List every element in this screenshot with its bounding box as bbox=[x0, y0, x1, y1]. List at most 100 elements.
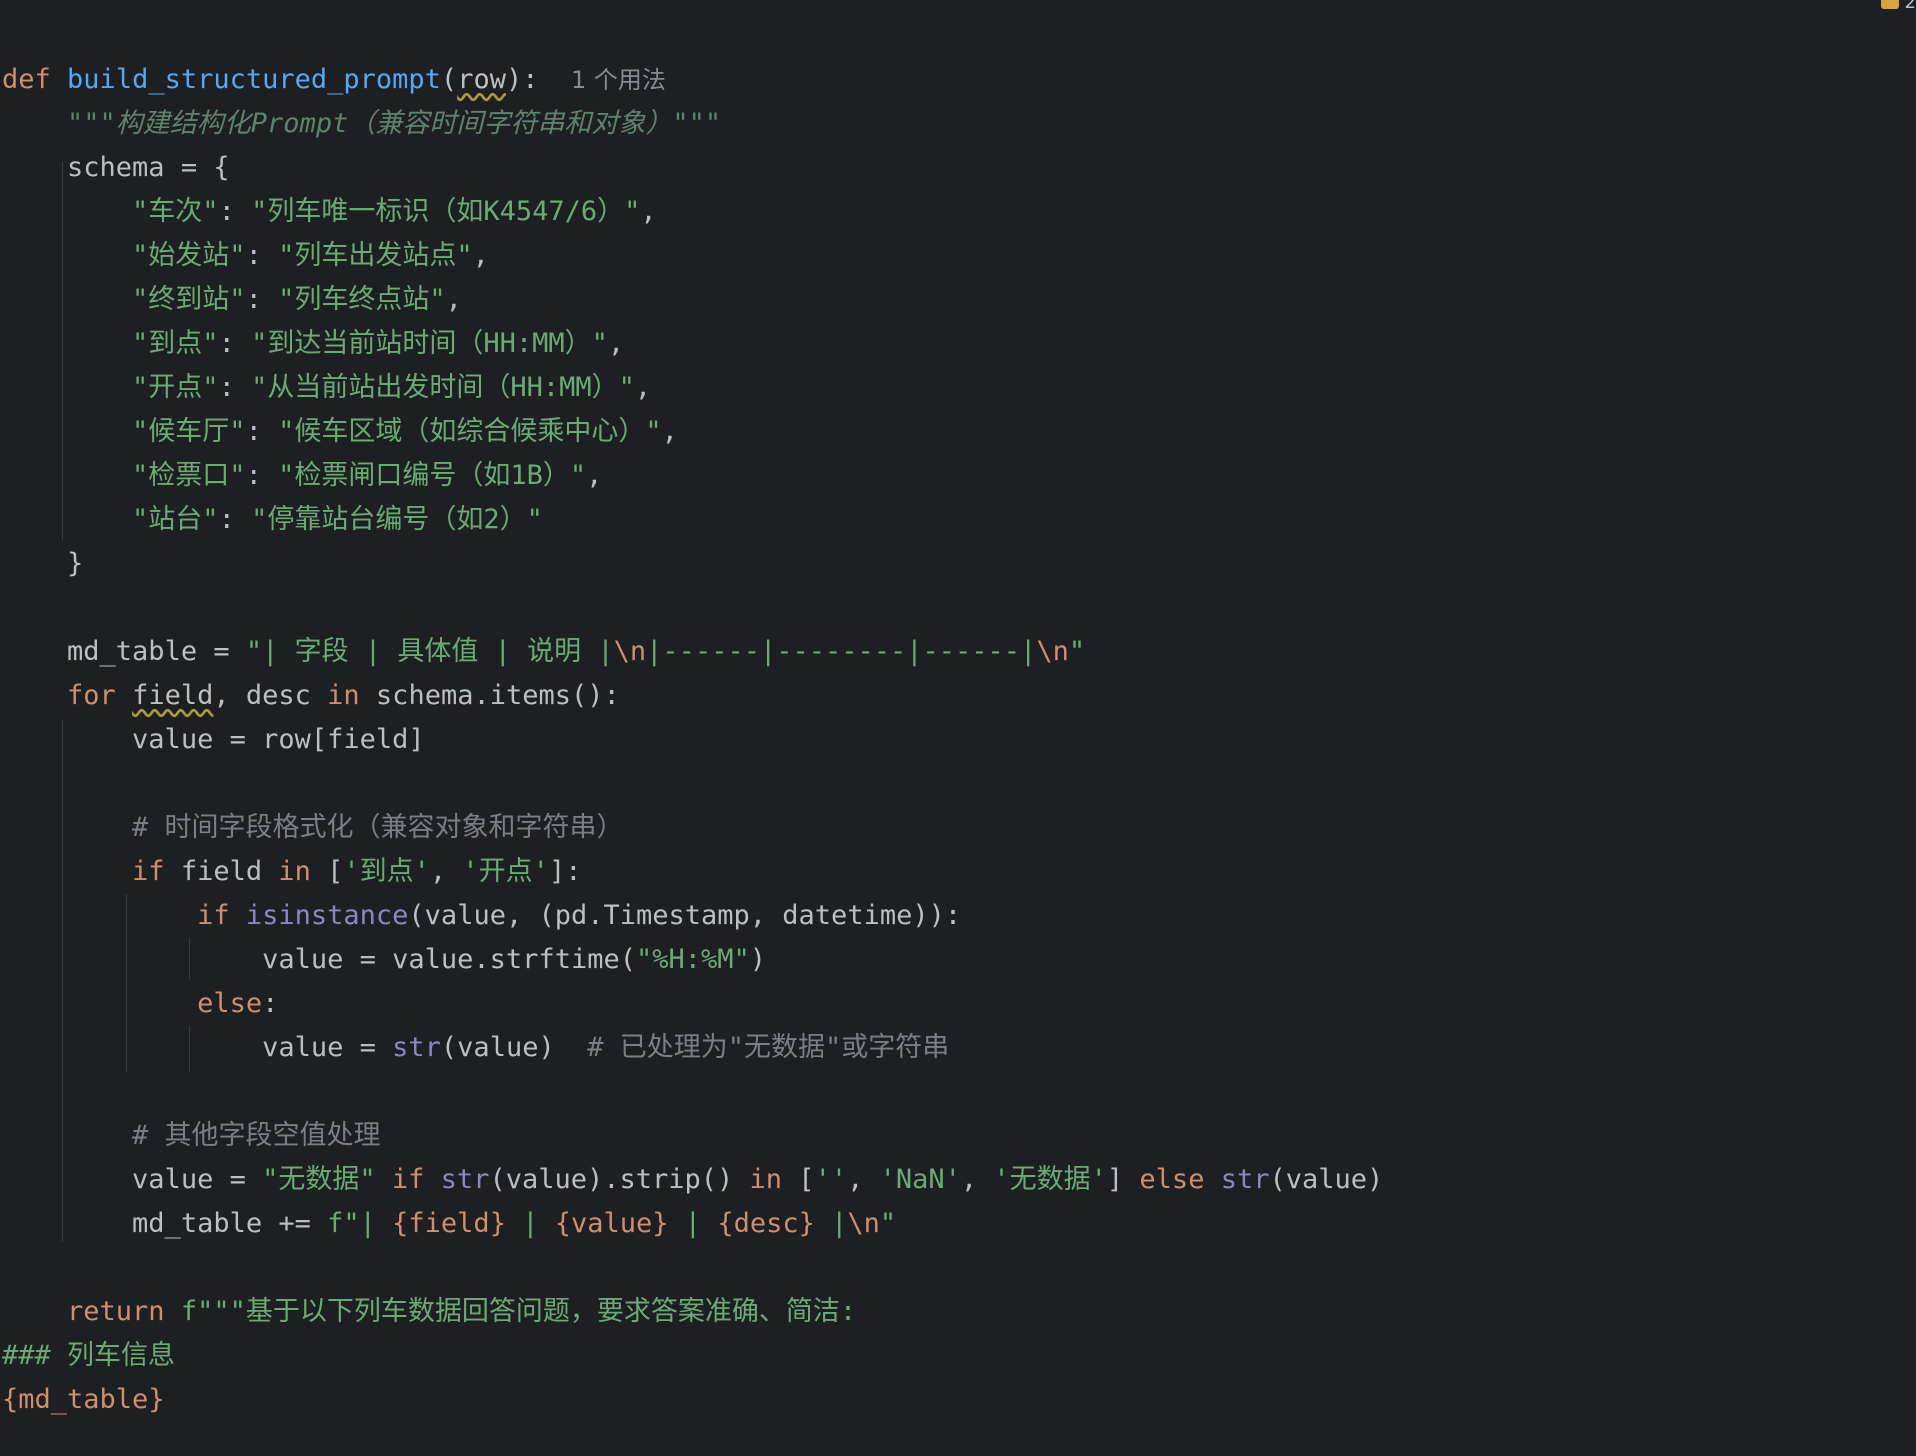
code-line-else[interactable]: else: bbox=[2, 982, 278, 1026]
param-row[interactable]: row bbox=[457, 64, 506, 95]
schema-entry[interactable]: "候车厅": "候车区域（如综合候乘中心）", bbox=[2, 410, 678, 454]
in-keyword: in bbox=[278, 856, 311, 887]
else-keyword: else bbox=[197, 988, 263, 1019]
fstring: | bbox=[814, 1208, 848, 1239]
builtin-isinstance[interactable]: isinstance bbox=[246, 900, 409, 931]
escape-seq: \n bbox=[1036, 636, 1069, 667]
schema-key: "到点" bbox=[132, 328, 219, 359]
usage-hint[interactable]: 1 个用法 bbox=[571, 66, 666, 94]
in-keyword: in bbox=[749, 1164, 783, 1195]
comment: # 其他字段空值处理 bbox=[132, 1120, 381, 1151]
comma: , bbox=[640, 196, 657, 227]
paren: ( bbox=[440, 64, 458, 95]
code-line-comment[interactable]: # 时间字段格式化（兼容对象和字符串） bbox=[2, 806, 624, 850]
schema-value: "到达当前站时间（HH:MM）" bbox=[251, 328, 608, 359]
schema-key: "检票口" bbox=[132, 460, 246, 491]
schema-value: "从当前站出发时间（HH:MM）" bbox=[251, 372, 635, 403]
comment: # 时间字段格式化（兼容对象和字符串） bbox=[132, 812, 624, 843]
builtin-str[interactable]: str bbox=[1221, 1164, 1270, 1195]
comma: , bbox=[472, 240, 489, 271]
string-literal: "无数据" bbox=[262, 1164, 376, 1195]
code-line-isinstance[interactable]: if isinstance(value, (pd.Timestamp, date… bbox=[2, 894, 961, 938]
md-table-assign: md_table = bbox=[67, 636, 246, 667]
colon: : bbox=[218, 504, 252, 535]
code-line-def[interactable]: def build_structured_prompt(row): 1 个用法 bbox=[2, 58, 666, 102]
comma: , bbox=[429, 856, 463, 887]
schema-entry[interactable]: "检票口": "检票闸口编号（如1B）", bbox=[2, 454, 602, 498]
code-line-schema-close[interactable]: } bbox=[2, 542, 83, 586]
code-editor[interactable]: 2 def build_structured_prompt(row): 1 个用… bbox=[0, 0, 1916, 1456]
colon: : bbox=[245, 460, 279, 491]
strip-call: (value).strip() bbox=[489, 1164, 750, 1195]
fstring: f"| bbox=[327, 1208, 393, 1239]
paren-colon: ): bbox=[505, 64, 539, 95]
string-literal: '' bbox=[814, 1164, 848, 1195]
schema-value: "列车出发站点" bbox=[278, 240, 473, 271]
function-name[interactable]: build_structured_prompt bbox=[67, 64, 441, 95]
code-line-heading[interactable]: ### 列车信息 bbox=[2, 1334, 175, 1378]
schema-value: "停靠站台编号（如2）" bbox=[251, 504, 543, 535]
comment: # 已处理为"无数据"或字符串 bbox=[587, 1032, 950, 1063]
colon: : bbox=[245, 284, 279, 315]
code-line-str-value[interactable]: value = str(value) # 已处理为"无数据"或字符串 bbox=[2, 1026, 949, 1070]
code-line-for[interactable]: for field, desc in schema.items(): bbox=[2, 674, 620, 718]
code-line-ternary[interactable]: value = "无数据" if str(value).strip() in [… bbox=[2, 1158, 1383, 1202]
code-line-md-table-ref[interactable]: {md_table} bbox=[2, 1378, 165, 1422]
loop-var-field[interactable]: field bbox=[132, 680, 213, 711]
string-literal: "%H:%M" bbox=[635, 944, 750, 975]
docstring: """构建结构化Prompt（兼容时间字符串和对象）""" bbox=[67, 108, 722, 139]
if-keyword: if bbox=[391, 1164, 425, 1195]
warning-icon bbox=[1880, 0, 1899, 9]
fstring-expr: {value} bbox=[554, 1208, 669, 1239]
schema-entry[interactable]: "到点": "到达当前站时间（HH:MM）", bbox=[2, 322, 624, 366]
escape-seq: \n bbox=[847, 1208, 880, 1239]
fstring: | bbox=[668, 1208, 718, 1239]
code-line-strftime[interactable]: value = value.strftime("%H:%M") bbox=[2, 938, 766, 982]
def-keyword: def bbox=[2, 64, 51, 95]
builtin-str[interactable]: str bbox=[441, 1164, 490, 1195]
comma: , bbox=[445, 284, 462, 315]
fstring: | bbox=[505, 1208, 555, 1239]
code-line-md-append[interactable]: md_table += f"| {field} | {value} | {des… bbox=[2, 1202, 896, 1246]
string-literal: '无数据' bbox=[993, 1164, 1107, 1195]
schema-entry[interactable]: "开点": "从当前站出发时间（HH:MM）", bbox=[2, 366, 651, 410]
field-ref: field bbox=[164, 856, 279, 887]
fstring-expr: {desc} bbox=[717, 1208, 815, 1239]
code-line-md-table[interactable]: md_table = "| 字段 | 具体值 | 说明 |\n|------|-… bbox=[2, 630, 1085, 674]
schema-entry[interactable]: "车次": "列车唯一标识（如K4547/6）", bbox=[2, 190, 657, 234]
str-args: (value) bbox=[440, 1032, 555, 1063]
if-keyword: if bbox=[132, 856, 165, 887]
schema-entry[interactable]: "始发站": "列车出发站点", bbox=[2, 234, 489, 278]
fstring-expr: {field} bbox=[392, 1208, 506, 1239]
value-assign: value = bbox=[262, 1032, 393, 1063]
code-line-if-field[interactable]: if field in ['到点', '开点']: bbox=[2, 850, 581, 894]
if-keyword: if bbox=[197, 900, 230, 931]
code-line-schema[interactable]: schema = { bbox=[2, 146, 230, 190]
md-table-string: |------|--------|------| bbox=[646, 636, 1037, 667]
code-line-return[interactable]: return f"""基于以下列车数据回答问题，要求答案准确、简洁: bbox=[2, 1290, 856, 1334]
string-literal: 'NaN' bbox=[879, 1164, 961, 1195]
list-open: [ bbox=[782, 1164, 815, 1195]
code-line-value-assign[interactable]: value = row[field] bbox=[2, 718, 425, 762]
builtin-str[interactable]: str bbox=[392, 1032, 441, 1063]
schema-key: "车次" bbox=[132, 196, 219, 227]
schema-assign: schema = { bbox=[67, 152, 230, 183]
schema-entry[interactable]: "站台": "停靠站台编号（如2）" bbox=[2, 498, 543, 542]
comma: , bbox=[607, 328, 625, 359]
comma: , bbox=[661, 416, 678, 447]
inspection-widget[interactable]: 2 bbox=[1880, 0, 1916, 13]
fstring: " bbox=[879, 1208, 897, 1239]
md-table-string: " bbox=[1068, 636, 1086, 667]
fstring: ### 列车信息 bbox=[2, 1340, 176, 1371]
schema-value: "列车唯一标识（如K4547/6）" bbox=[251, 196, 641, 227]
code-line-docstring[interactable]: """构建结构化Prompt（兼容时间字符串和对象）""" bbox=[2, 102, 721, 146]
code-line-comment[interactable]: # 其他字段空值处理 bbox=[2, 1114, 381, 1158]
for-keyword: for bbox=[67, 680, 116, 711]
strftime-call: value = value.strftime( bbox=[262, 944, 636, 975]
else-keyword: else bbox=[1139, 1164, 1205, 1195]
schema-entry[interactable]: "终到站": "列车终点站", bbox=[2, 278, 462, 322]
schema-key: "开点" bbox=[132, 372, 219, 403]
list-open: [ bbox=[310, 856, 344, 887]
value-assign: value = row[field] bbox=[132, 724, 425, 755]
schema-key: "始发站" bbox=[132, 240, 246, 271]
